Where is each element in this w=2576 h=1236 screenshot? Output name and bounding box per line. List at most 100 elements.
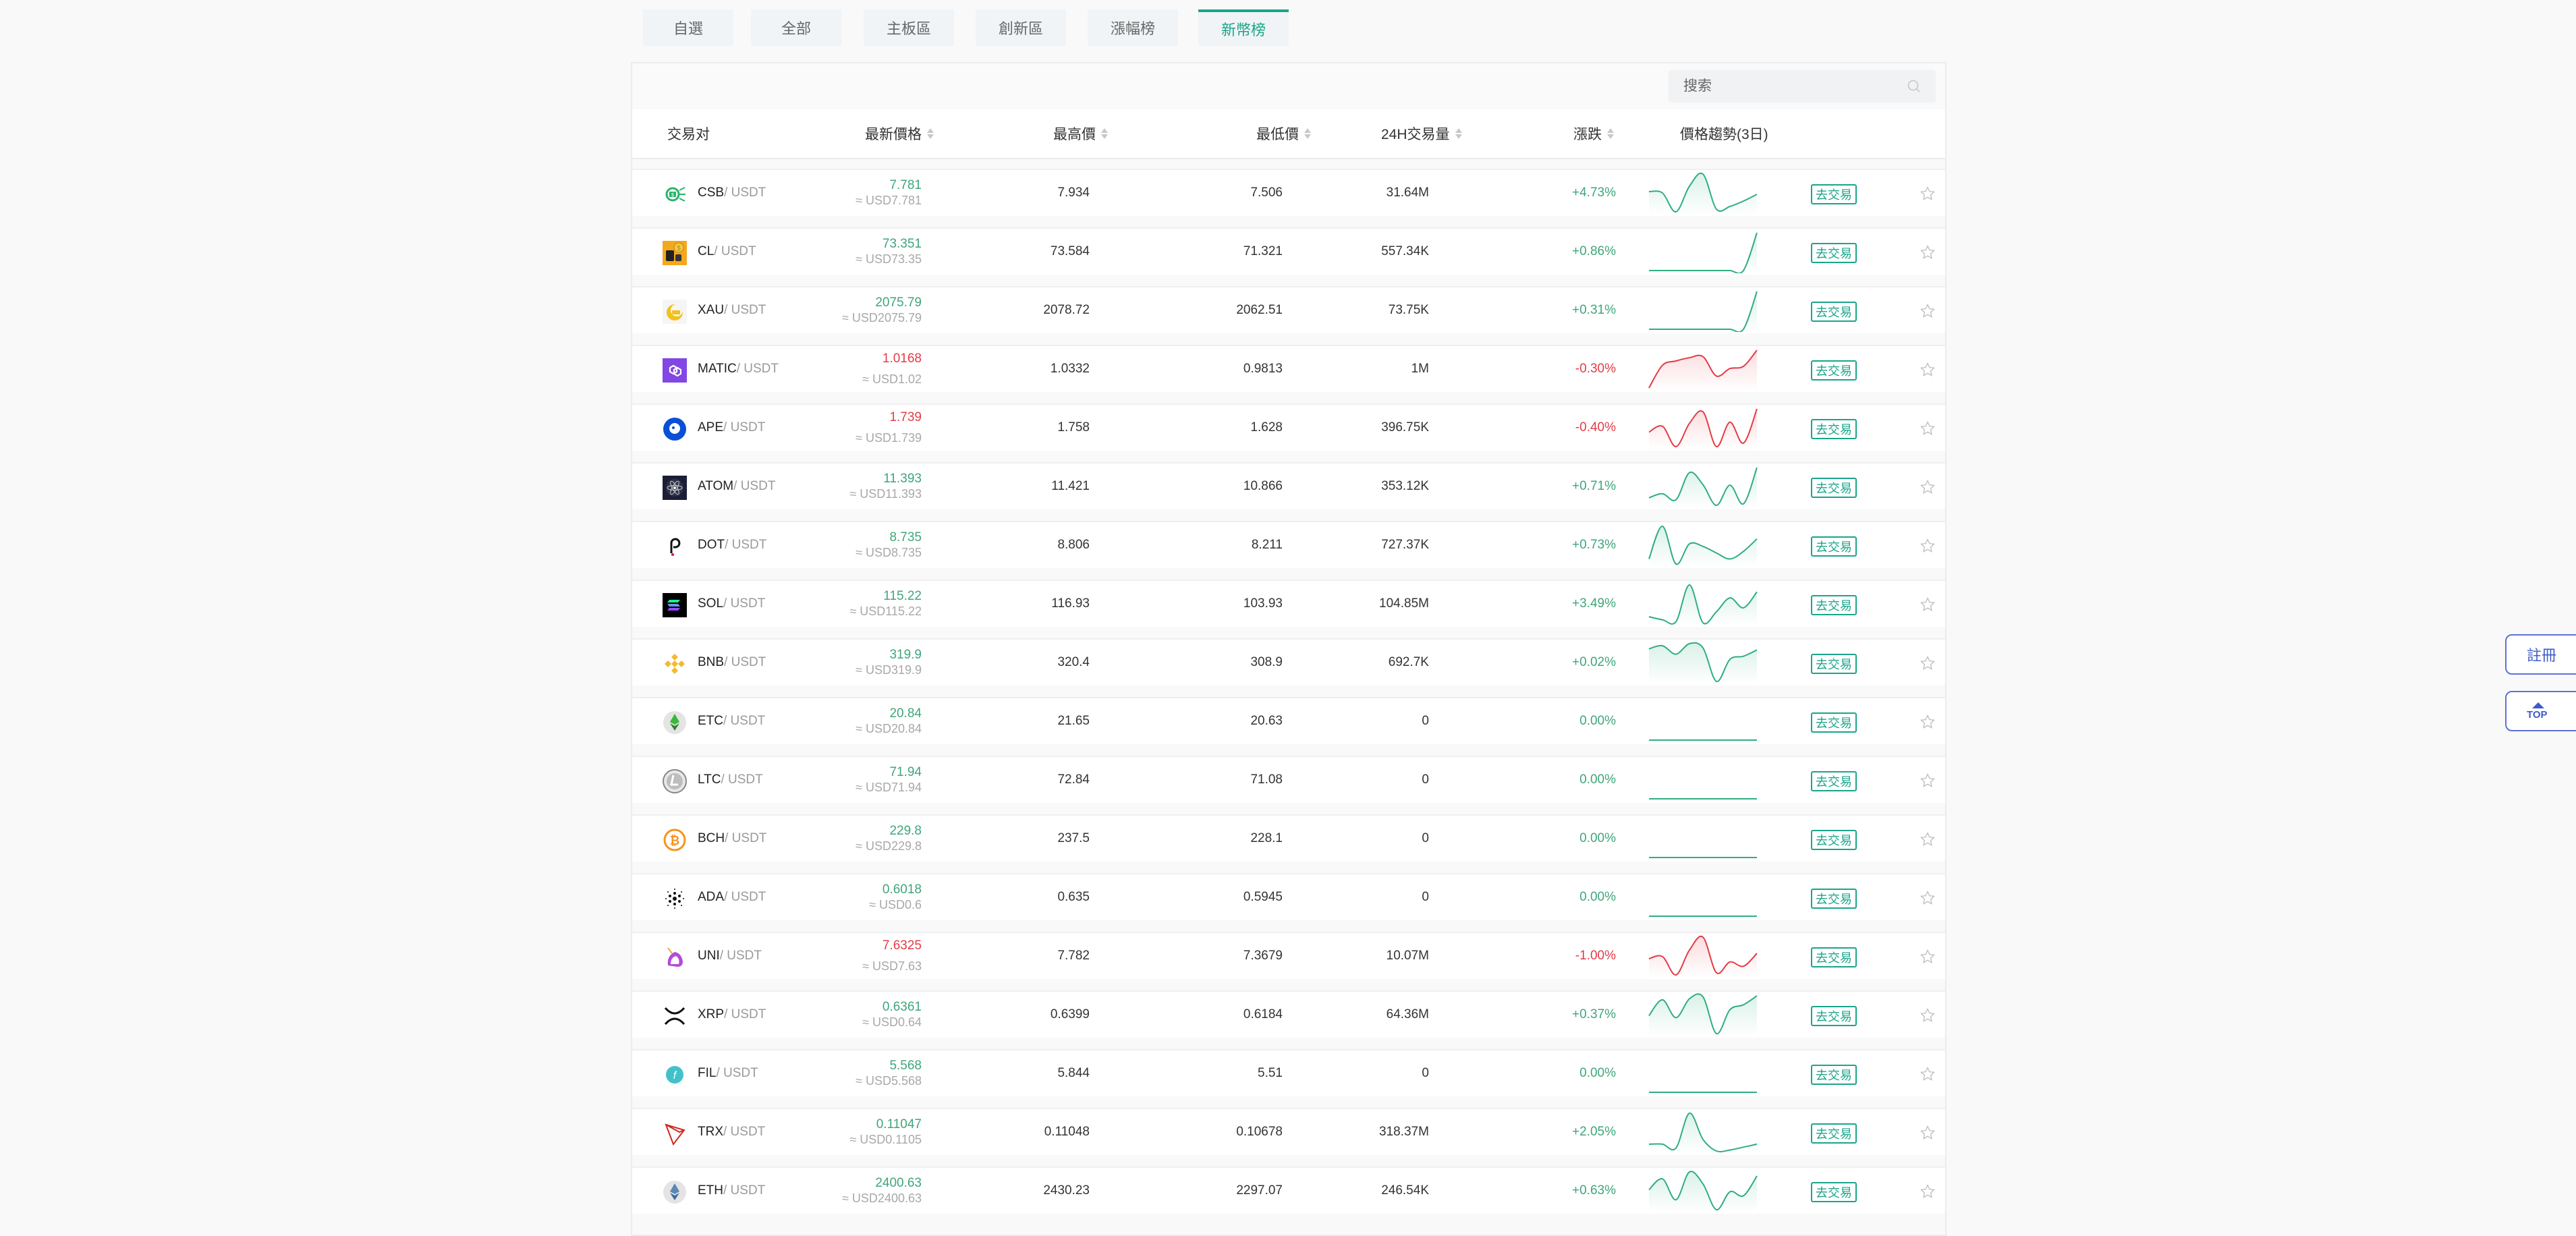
- go-trade-button[interactable]: 去交易: [1811, 595, 1857, 615]
- table-row[interactable]: ETH / USDT 2400.63 ≈ USD2400.63 2430.23 2297.…: [632, 1167, 1945, 1214]
- column-header-last-price[interactable]: 最新價格: [865, 109, 934, 158]
- favorite-star-icon[interactable]: [1920, 362, 1936, 378]
- table-row[interactable]: TRX / USDT 0.11047 ≈ USD0.1105 0.11048 0.1067…: [632, 1108, 1945, 1155]
- sort-icon[interactable]: [1304, 128, 1311, 139]
- trading-pair[interactable]: UNI / USDT: [698, 933, 762, 979]
- back-to-top-button[interactable]: TOP: [2505, 691, 2576, 731]
- volume-24h: 10.07M: [1386, 949, 1429, 963]
- favorite-star-icon[interactable]: [1920, 655, 1936, 671]
- favorite-star-icon[interactable]: [1920, 244, 1936, 260]
- sort-icon[interactable]: [1101, 128, 1108, 139]
- favorite-star-icon[interactable]: [1920, 714, 1936, 730]
- table-row[interactable]: ETC / USDT 20.84 ≈ USD20.84 21.65 20.63 0 0.00%…: [632, 697, 1945, 744]
- tab-3[interactable]: 創新區: [976, 9, 1066, 46]
- trading-pair[interactable]: ETH / USDT: [698, 1168, 765, 1214]
- trading-pair[interactable]: CL / USDT: [698, 229, 756, 275]
- go-trade-button[interactable]: 去交易: [1811, 360, 1857, 381]
- table-row[interactable]: SOL / USDT 115.22 ≈ USD115.22 116.93 103.93 10…: [632, 580, 1945, 627]
- table-row[interactable]: XAU / USDT 2075.79 ≈ USD2075.79 2078.72 2062.…: [632, 286, 1945, 333]
- sort-icon[interactable]: [1455, 128, 1462, 139]
- favorite-star-icon[interactable]: [1920, 596, 1936, 613]
- last-price: 8.735: [889, 530, 922, 544]
- price-trend-sparkline: [1648, 408, 1758, 449]
- change-percent: +3.49%: [1572, 596, 1616, 611]
- column-header-change[interactable]: 漲跌: [1573, 109, 1614, 158]
- go-trade-button[interactable]: 去交易: [1811, 243, 1857, 263]
- favorite-star-icon[interactable]: [1920, 831, 1936, 847]
- trading-pair[interactable]: XRP / USDT: [698, 992, 766, 1038]
- table-row[interactable]: f FIL / USDT 5.568 ≈ USD5.568 5.844 5.51 0 0.00%…: [632, 1049, 1945, 1096]
- table-row[interactable]: LTC / USDT 71.94 ≈ USD71.94 72.84 71.08 0 0.00%…: [632, 756, 1945, 803]
- favorite-star-icon[interactable]: [1920, 1007, 1936, 1023]
- high-price: 73.584: [1050, 244, 1090, 258]
- favorite-star-icon[interactable]: [1920, 538, 1936, 554]
- column-header-high[interactable]: 最高價: [1053, 109, 1108, 158]
- go-trade-button[interactable]: 去交易: [1811, 830, 1857, 850]
- go-trade-button[interactable]: 去交易: [1811, 1182, 1857, 1202]
- trading-pair[interactable]: FIL / USDT: [698, 1050, 758, 1096]
- favorite-star-icon[interactable]: [1920, 1183, 1936, 1200]
- trading-pair[interactable]: ATOM / USDT: [698, 464, 775, 509]
- table-row[interactable]: ₿ BCH / USDT 229.8 ≈ USD229.8 237.5 228.1 0 0.00…: [632, 814, 1945, 862]
- go-trade-button[interactable]: 去交易: [1811, 419, 1857, 439]
- favorite-star-icon[interactable]: [1920, 1066, 1936, 1082]
- tab-1[interactable]: 全部: [751, 9, 841, 46]
- favorite-star-icon[interactable]: [1920, 1125, 1936, 1141]
- favorite-star-icon[interactable]: [1920, 479, 1936, 495]
- search-icon[interactable]: [1906, 78, 1922, 94]
- base-symbol: BCH: [698, 831, 725, 845]
- favorite-star-icon[interactable]: [1920, 772, 1936, 789]
- search-input[interactable]: [1682, 78, 1906, 95]
- go-trade-button[interactable]: 去交易: [1811, 771, 1857, 791]
- tab-2[interactable]: 主板區: [864, 9, 954, 46]
- trading-pair[interactable]: DOT / USDT: [698, 522, 766, 568]
- table-row[interactable]: DOT / USDT 8.735 ≈ USD8.735 8.806 8.211 727.37…: [632, 521, 1945, 568]
- table-row[interactable]: $ CSB / USDT 7.781 ≈ USD7.781 7.934 7.506 31.64…: [632, 169, 1945, 216]
- table-row[interactable]: APE / USDT 1.739 ≈ USD1.739 1.758 1.628 396.75…: [632, 403, 1945, 451]
- go-trade-button[interactable]: 去交易: [1811, 1065, 1857, 1085]
- search-box[interactable]: [1669, 70, 1936, 103]
- column-header-volume[interactable]: 24H交易量: [1381, 109, 1462, 158]
- table-row[interactable]: $ CL / USDT 73.351 ≈ USD73.35 73.584 71.321 557…: [632, 227, 1945, 275]
- table-row[interactable]: MATIC / USDT 1.0168 ≈ USD1.02 1.0332 0.9813 1M…: [632, 345, 1945, 392]
- favorite-star-icon[interactable]: [1920, 890, 1936, 906]
- go-trade-button[interactable]: 去交易: [1811, 712, 1857, 733]
- trading-pair[interactable]: LTC / USDT: [698, 757, 763, 803]
- trading-pair[interactable]: CSB / USDT: [698, 170, 766, 216]
- favorite-star-icon[interactable]: [1920, 186, 1936, 202]
- trading-pair[interactable]: XAU / USDT: [698, 287, 766, 333]
- table-row[interactable]: BNB / USDT 319.9 ≈ USD319.9 320.4 308.9 692.7K…: [632, 638, 1945, 685]
- tab-0[interactable]: 自選: [643, 9, 733, 46]
- trading-pair[interactable]: APE / USDT: [698, 405, 765, 451]
- trading-pair[interactable]: ADA / USDT: [698, 874, 766, 920]
- table-row[interactable]: ADA / USDT 0.6018 ≈ USD0.6 0.635 0.5945 0 0.00%…: [632, 873, 1945, 920]
- table-row[interactable]: ATOM / USDT 11.393 ≈ USD11.393 11.421 10.866 3…: [632, 462, 1945, 509]
- go-trade-button[interactable]: 去交易: [1811, 302, 1857, 322]
- register-button[interactable]: 註冊: [2505, 634, 2576, 675]
- trading-pair[interactable]: TRX / USDT: [698, 1109, 765, 1155]
- tab-4[interactable]: 漲幅榜: [1088, 9, 1178, 46]
- quote-symbol: / USDT: [724, 1007, 766, 1021]
- trading-pair[interactable]: SOL / USDT: [698, 581, 765, 627]
- sort-icon[interactable]: [927, 128, 934, 139]
- table-row[interactable]: XRP / USDT 0.6361 ≈ USD0.64 0.6399 0.6184 64.3…: [632, 990, 1945, 1038]
- go-trade-button[interactable]: 去交易: [1811, 889, 1857, 909]
- go-trade-button[interactable]: 去交易: [1811, 478, 1857, 498]
- trading-pair[interactable]: BNB / USDT: [698, 640, 766, 685]
- sort-icon[interactable]: [1607, 128, 1614, 139]
- column-header-low[interactable]: 最低價: [1256, 109, 1311, 158]
- favorite-star-icon[interactable]: [1920, 420, 1936, 437]
- go-trade-button[interactable]: 去交易: [1811, 947, 1857, 967]
- trading-pair[interactable]: MATIC / USDT: [698, 346, 779, 392]
- go-trade-button[interactable]: 去交易: [1811, 654, 1857, 674]
- table-row[interactable]: UNI / USDT 7.6325 ≈ USD7.63 7.782 7.3679 10.07…: [632, 932, 1945, 979]
- go-trade-button[interactable]: 去交易: [1811, 1006, 1857, 1026]
- trading-pair[interactable]: BCH / USDT: [698, 816, 766, 862]
- go-trade-button[interactable]: 去交易: [1811, 184, 1857, 204]
- favorite-star-icon[interactable]: [1920, 303, 1936, 319]
- go-trade-button[interactable]: 去交易: [1811, 536, 1857, 557]
- trading-pair[interactable]: ETC / USDT: [698, 698, 765, 744]
- favorite-star-icon[interactable]: [1920, 949, 1936, 965]
- go-trade-button[interactable]: 去交易: [1811, 1123, 1857, 1144]
- tab-5[interactable]: 新幣榜: [1198, 9, 1289, 46]
